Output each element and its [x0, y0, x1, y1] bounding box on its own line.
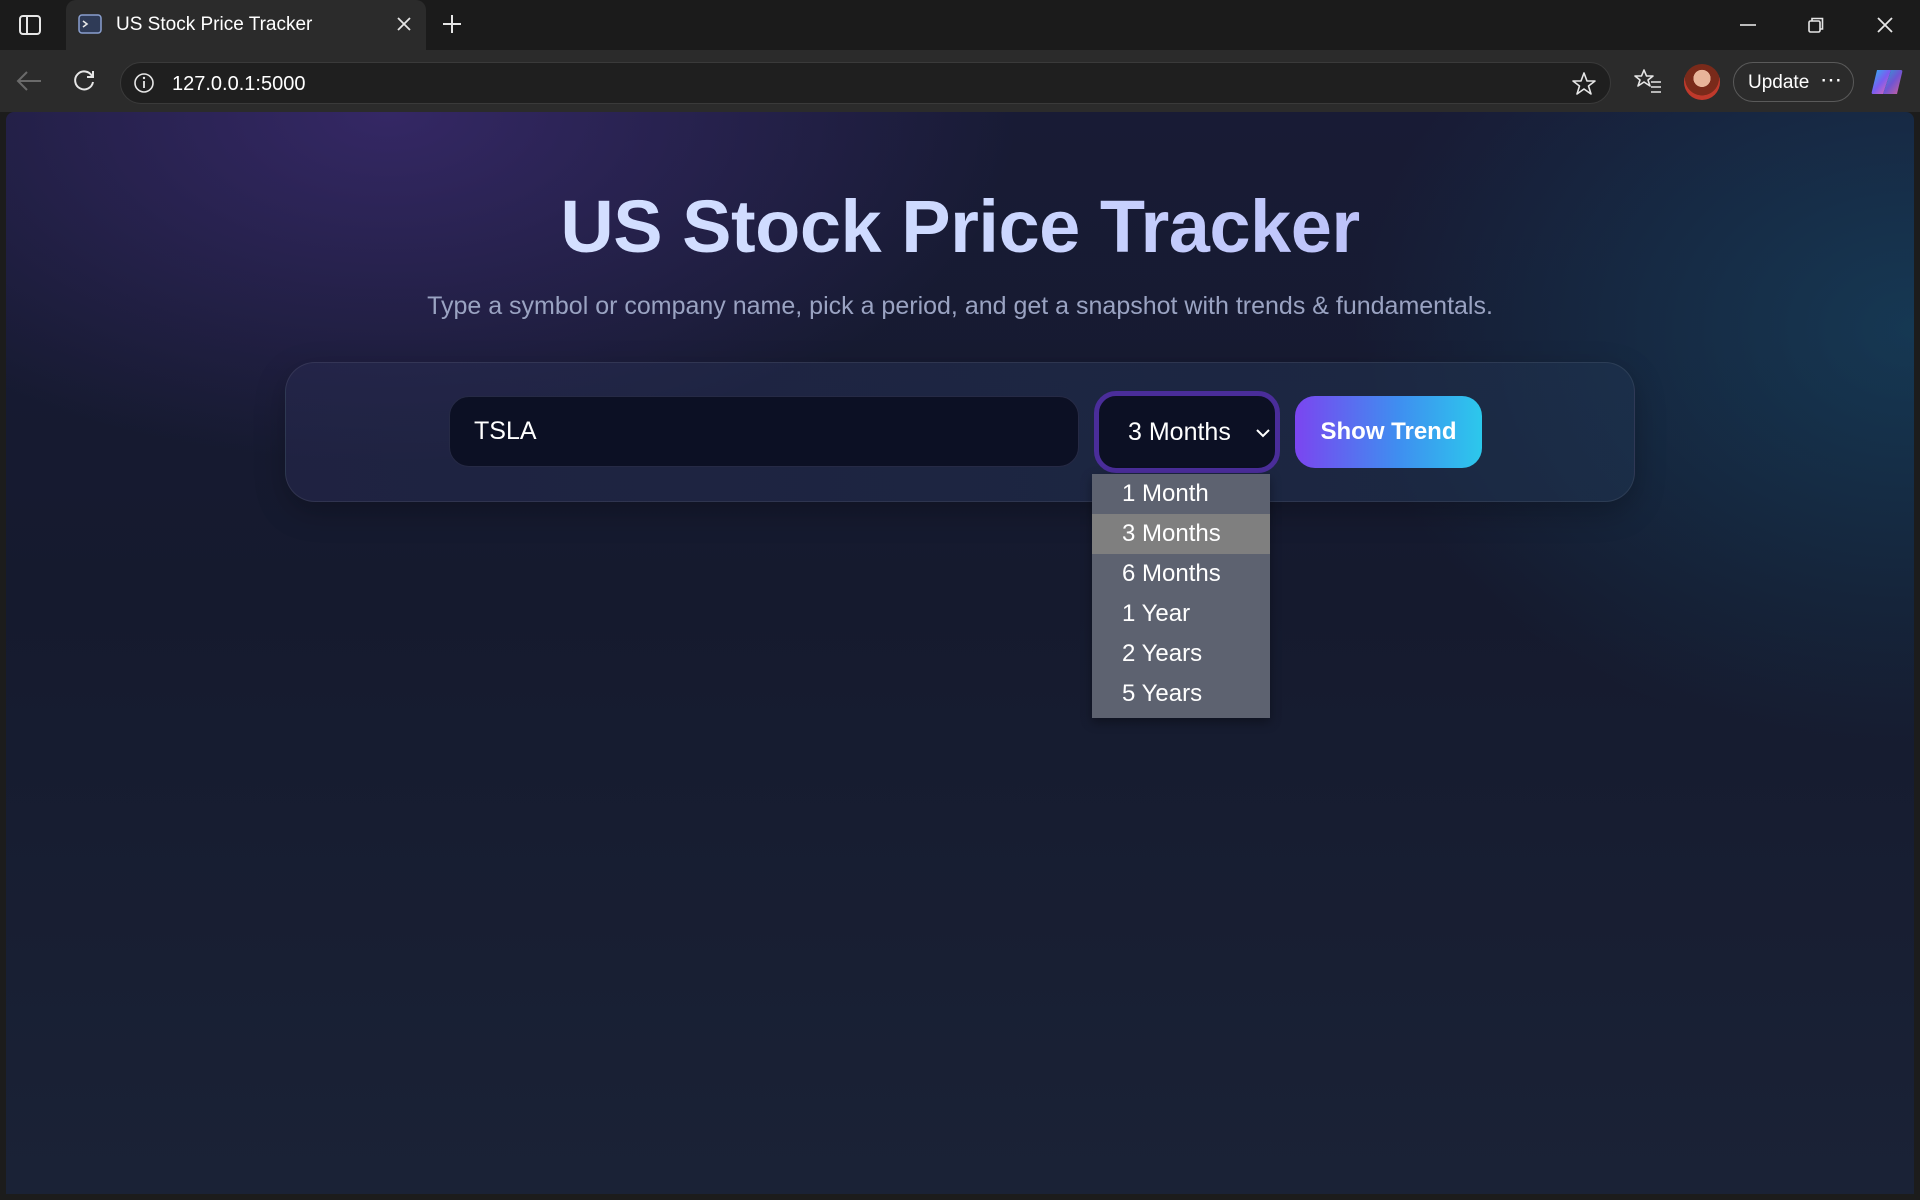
reload-icon[interactable]: [67, 64, 101, 98]
symbol-input[interactable]: [449, 396, 1079, 467]
chevron-down-icon: [1254, 424, 1272, 442]
copilot-icon[interactable]: [1869, 64, 1905, 100]
update-label: Update: [1748, 72, 1810, 93]
browser-toolbar: 127.0.0.1:5000 Update ⋯: [0, 50, 1920, 112]
period-select[interactable]: 3 Months: [1094, 391, 1280, 473]
period-option-3-months[interactable]: 3 Months: [1092, 514, 1270, 554]
page-viewport: US Stock Price Tracker Type a symbol or …: [6, 112, 1914, 1194]
close-tab-icon[interactable]: [392, 12, 416, 36]
url-text: 127.0.0.1:5000: [172, 73, 306, 95]
tab-title: US Stock Price Tracker: [116, 14, 313, 35]
period-option-5-years[interactable]: 5 Years: [1092, 674, 1270, 714]
period-dropdown-list: 1 Month 3 Months 6 Months 1 Year 2 Years…: [1092, 474, 1270, 718]
more-options-icon[interactable]: ⋯: [1820, 67, 1843, 93]
update-button[interactable]: Update ⋯: [1733, 62, 1854, 102]
new-tab-plus-icon[interactable]: [438, 10, 466, 38]
minimize-window-icon[interactable]: [1728, 8, 1768, 42]
browser-tab[interactable]: US Stock Price Tracker: [66, 0, 426, 50]
page-title: US Stock Price Tracker: [6, 184, 1914, 269]
back-arrow-icon[interactable]: [12, 64, 46, 98]
site-info-icon[interactable]: [133, 72, 155, 94]
show-trend-button[interactable]: Show Trend: [1295, 396, 1482, 468]
period-option-1-month[interactable]: 1 Month: [1092, 474, 1270, 514]
period-option-1-year[interactable]: 1 Year: [1092, 594, 1270, 634]
terminal-favicon-icon: [78, 13, 102, 35]
period-option-6-months[interactable]: 6 Months: [1092, 554, 1270, 594]
address-bar[interactable]: 127.0.0.1:5000: [120, 62, 1611, 104]
page-subtitle: Type a symbol or company name, pick a pe…: [427, 292, 1493, 320]
profile-avatar[interactable]: [1684, 64, 1720, 100]
browser-tab-bar: US Stock Price Tracker: [0, 0, 1920, 50]
restore-window-icon[interactable]: [1796, 8, 1836, 42]
period-selected-value: 3 Months: [1128, 418, 1231, 446]
close-window-icon[interactable]: [1865, 8, 1905, 42]
favorite-star-icon[interactable]: [1571, 71, 1597, 97]
period-option-2-years[interactable]: 2 Years: [1092, 634, 1270, 674]
favorites-icon[interactable]: [1633, 66, 1663, 96]
tab-actions-icon[interactable]: [16, 12, 44, 38]
